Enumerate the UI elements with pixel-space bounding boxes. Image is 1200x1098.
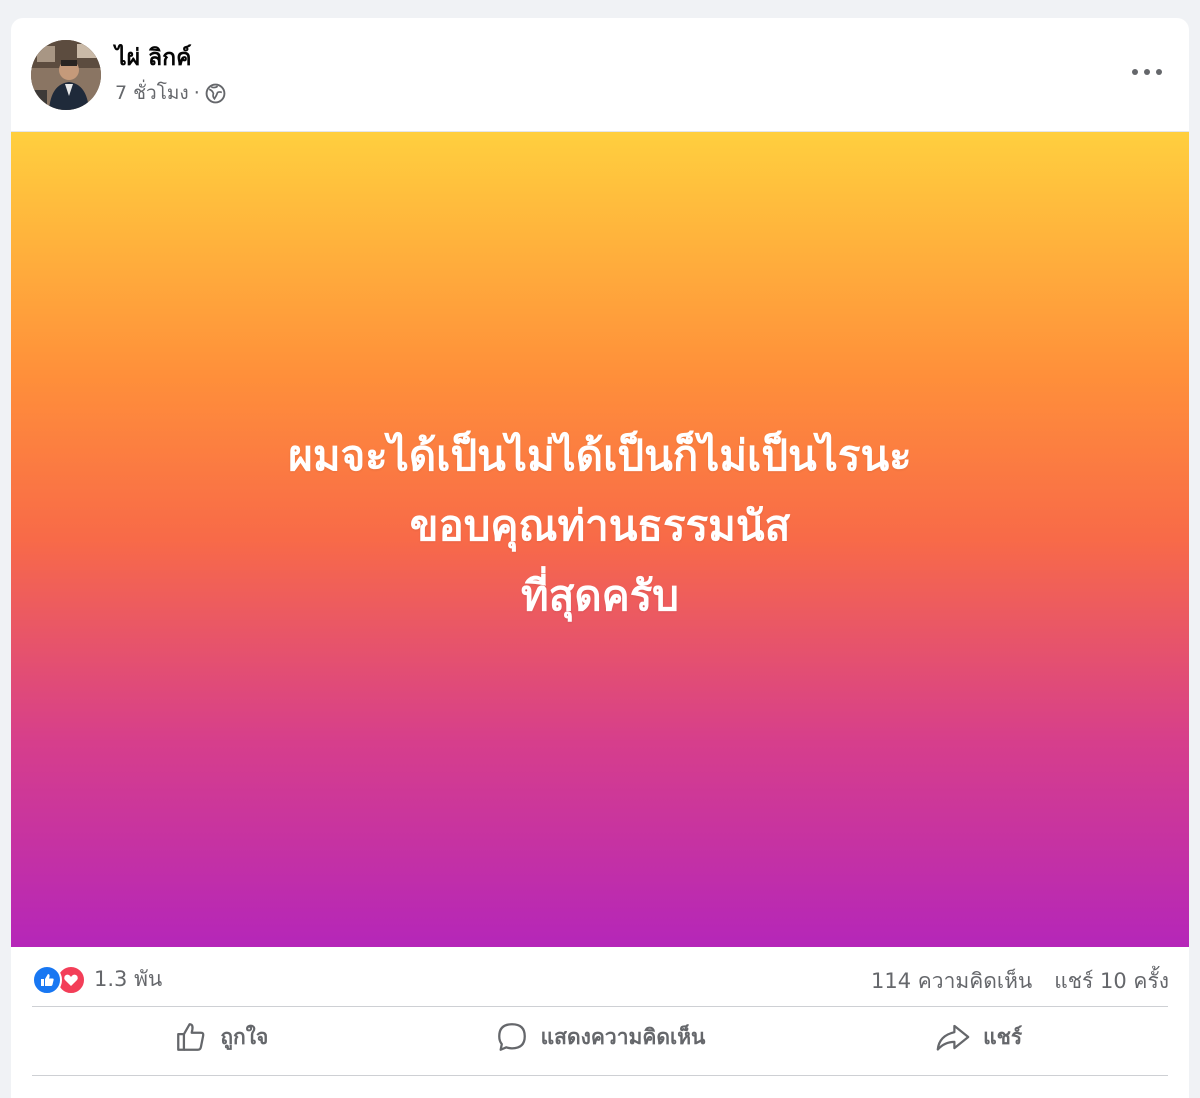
like-reaction-icon xyxy=(32,964,62,995)
avatar-photo xyxy=(31,40,101,110)
share-label: แชร์ xyxy=(983,1024,1023,1049)
post-message: ผมจะได้เป็นไม่ได้เป็นก็ไม่เป็นไรนะ ขอบคุ… xyxy=(288,421,911,631)
share-arrow-icon xyxy=(936,1024,970,1051)
like-label: ถูกใจ xyxy=(220,1024,269,1049)
more-options-button[interactable] xyxy=(1125,52,1169,92)
reactions-summary[interactable]: 1.3 พัน xyxy=(32,963,162,996)
meta-separator: · xyxy=(193,82,200,104)
engagement-counts: 114 ความคิดเห็น แชร์ 10 ครั้ง xyxy=(871,965,1169,998)
post-actions: ถูกใจ แสดงความคิดเห็น แชร์ xyxy=(32,1007,1168,1067)
post-meta: 7 ชั่วโมง · xyxy=(115,78,226,108)
more-horizontal-icon xyxy=(1132,69,1162,75)
comment-button[interactable]: แสดงความคิดเห็น xyxy=(411,1007,790,1067)
post-message-line: ขอบคุณท่านธรรมนัส xyxy=(409,500,791,550)
like-button[interactable]: ถูกใจ xyxy=(32,1007,411,1067)
author-avatar[interactable] xyxy=(31,40,101,110)
post-header: ไผ่ ลิกค์ 7 ชั่วโมง · xyxy=(11,18,1189,131)
comment-count[interactable]: 114 ความคิดเห็น xyxy=(871,965,1032,998)
thumbs-up-icon xyxy=(177,1023,205,1051)
comment-bubble-icon xyxy=(497,1023,526,1051)
share-count[interactable]: แชร์ 10 ครั้ง xyxy=(1054,965,1169,998)
share-button[interactable]: แชร์ xyxy=(789,1007,1168,1067)
globe-icon[interactable] xyxy=(205,83,226,104)
reaction-count: 1.3 พัน xyxy=(94,967,163,991)
comment-label: แสดงความคิดเห็น xyxy=(540,1024,706,1049)
post-message-line: ที่สุดครับ xyxy=(521,570,679,620)
post-stats: 1.3 พัน 114 ความคิดเห็น แชร์ 10 ครั้ง xyxy=(11,947,1189,1007)
divider xyxy=(32,1075,1168,1076)
post-timestamp[interactable]: 7 ชั่วโมง xyxy=(115,78,189,108)
author-name[interactable]: ไผ่ ลิกค์ xyxy=(115,40,191,76)
post-text-background[interactable]: ผมจะได้เป็นไม่ได้เป็นก็ไม่เป็นไรนะ ขอบคุ… xyxy=(11,131,1189,947)
post-card: ไผ่ ลิกค์ 7 ชั่วโมง · ผมจะได้เป็นไม่ได้เ… xyxy=(11,18,1189,1098)
post-message-line: ผมจะได้เป็นไม่ได้เป็นก็ไม่เป็นไรนะ xyxy=(288,430,912,480)
